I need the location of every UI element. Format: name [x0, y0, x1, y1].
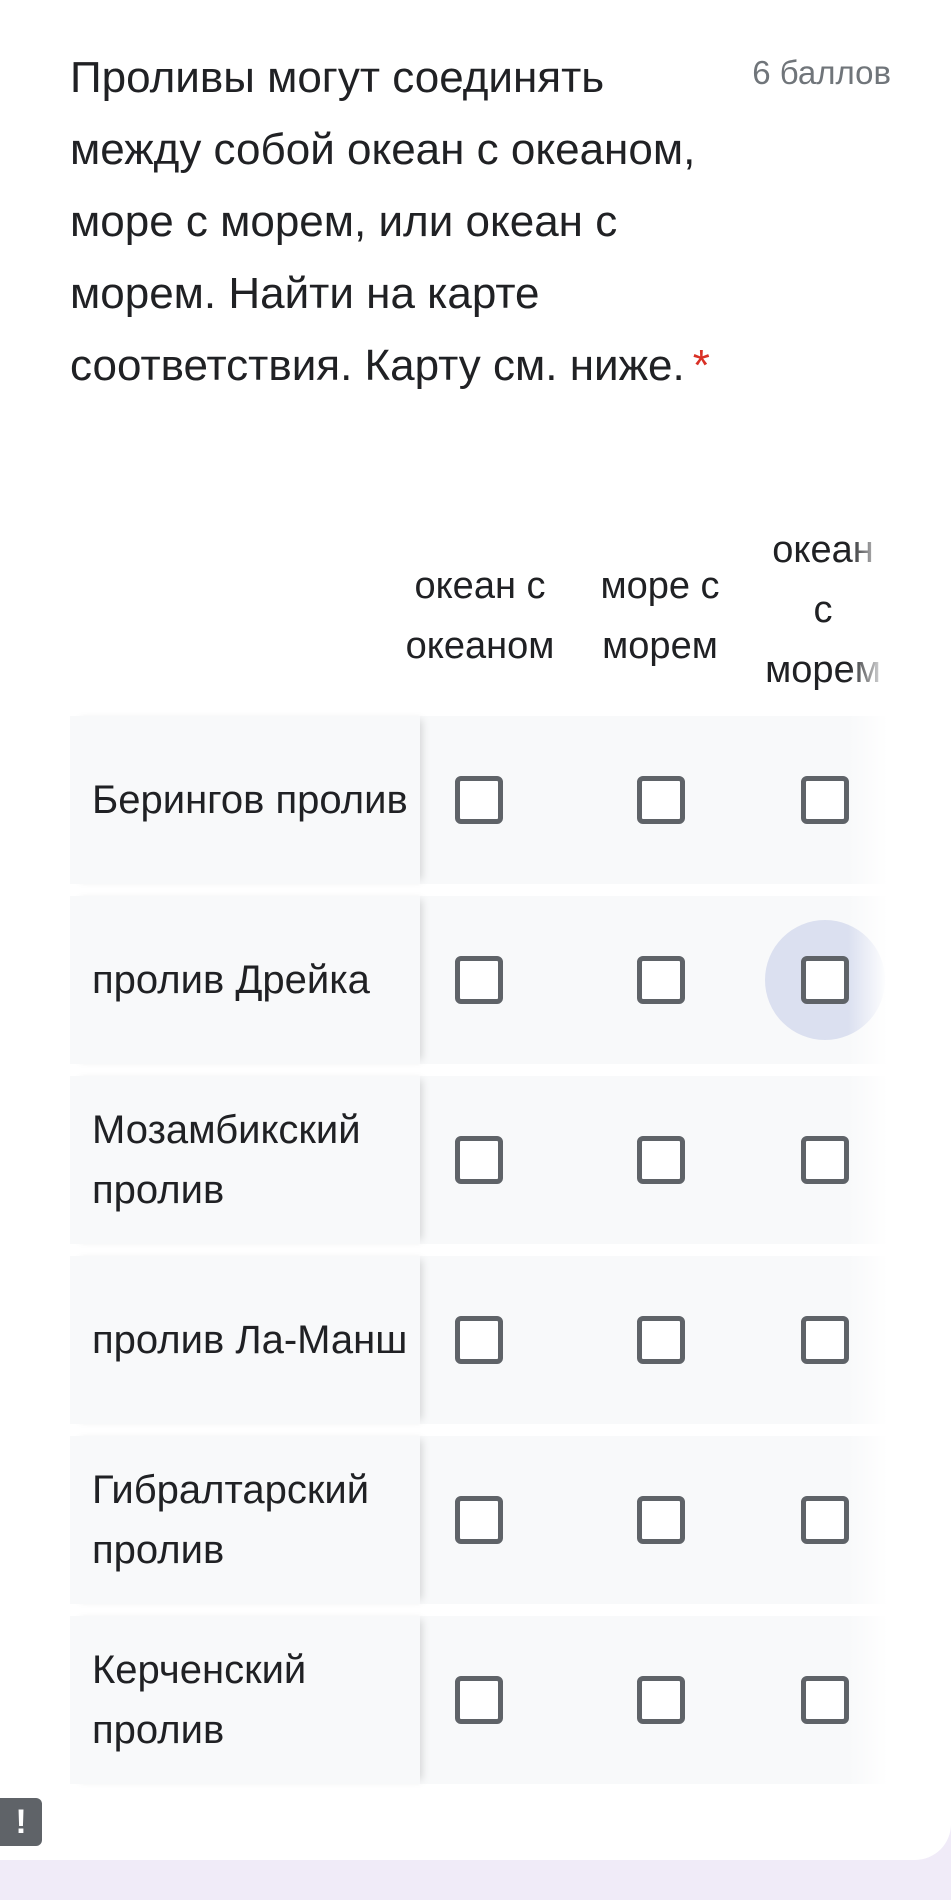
row-label-text: Берингов пролив	[92, 778, 408, 822]
checkbox[interactable]	[801, 1136, 849, 1184]
checkbox-cell[interactable]	[601, 1280, 721, 1400]
checkbox[interactable]	[637, 776, 685, 824]
column-header-ocean-ocean: океан с океаном	[385, 556, 575, 676]
column-header-sea-sea: море с морем	[565, 556, 755, 676]
column-header-ocean-sea: океан с морем	[728, 520, 888, 700]
checkbox-cell[interactable]	[765, 1280, 885, 1400]
checkbox-cell[interactable]	[419, 920, 539, 1040]
checkbox-cell[interactable]	[765, 1100, 885, 1220]
row-label-text: Гибралтарский пролив	[92, 1468, 370, 1572]
row-label-text: пролив Дрейка	[92, 958, 370, 1002]
checkbox-cell[interactable]	[601, 1100, 721, 1220]
checkbox[interactable]	[455, 1316, 503, 1364]
checkbox[interactable]	[455, 1136, 503, 1184]
column-header-line: океаном	[405, 625, 555, 667]
checkbox-cell[interactable]	[601, 920, 721, 1040]
question-card: Проливы могут соединять между собой океа…	[0, 0, 951, 1860]
checkbox[interactable]	[637, 956, 685, 1004]
column-header-line: море с	[600, 565, 720, 607]
checkbox[interactable]	[637, 1316, 685, 1364]
checkbox-cell[interactable]	[419, 1100, 539, 1220]
checkbox[interactable]	[637, 1136, 685, 1184]
checkbox[interactable]	[801, 1676, 849, 1724]
row-label-text: Мозамбикский пролив	[92, 1108, 361, 1212]
column-header-line: морем	[602, 625, 718, 667]
checkbox[interactable]	[455, 956, 503, 1004]
column-header-line: океан	[772, 529, 874, 571]
points-label: 6 баллов	[752, 54, 891, 91]
checkbox[interactable]	[637, 1676, 685, 1724]
exclamation-icon: !	[15, 1802, 27, 1841]
grid-row-drake: пролив Дрейка	[70, 896, 888, 1064]
checkbox[interactable]	[801, 1496, 849, 1544]
column-header-line: с	[813, 589, 833, 631]
checkbox[interactable]	[455, 1676, 503, 1724]
checkbox[interactable]	[637, 1496, 685, 1544]
checkbox[interactable]	[801, 1316, 849, 1364]
grid-row-kerch: Керченский пролив	[70, 1616, 888, 1784]
checkbox-cell[interactable]	[765, 740, 885, 860]
row-label-text: Керченский пролив	[92, 1648, 307, 1752]
row-label-text: пролив Ла-Манш	[92, 1318, 408, 1362]
question-text: Проливы могут соединять между собой океа…	[70, 53, 696, 390]
checkbox-cell[interactable]	[419, 1460, 539, 1580]
row-label: пролив Ла-Манш	[70, 1256, 420, 1424]
row-label: Мозамбикский пролив	[70, 1076, 420, 1244]
checkbox-cell[interactable]	[419, 1640, 539, 1760]
checkbox[interactable]	[455, 776, 503, 824]
grid-row-mozambique: Мозамбикский пролив	[70, 1076, 888, 1244]
checkbox[interactable]	[455, 1496, 503, 1544]
checkbox[interactable]	[801, 956, 849, 1004]
grid-row-gibraltar: Гибралтарский пролив	[70, 1436, 888, 1604]
row-label: Гибралтарский пролив	[70, 1436, 420, 1604]
report-button[interactable]: !	[0, 1798, 42, 1846]
checkbox-cell[interactable]	[601, 1460, 721, 1580]
checkbox-cell[interactable]	[419, 1280, 539, 1400]
checkbox-cell[interactable]	[419, 740, 539, 860]
row-label: Берингов пролив	[70, 716, 420, 884]
checkbox-cell[interactable]	[765, 1460, 885, 1580]
grid-row-bering: Берингов пролив	[70, 716, 888, 884]
checkbox-cell[interactable]	[765, 1640, 885, 1760]
checkbox-grid[interactable]: океан с океаном море с морем океан с мор…	[0, 520, 888, 1790]
required-asterisk: *	[692, 341, 710, 390]
question-title: Проливы могут соединять между собой океа…	[70, 42, 730, 402]
row-label: Керченский пролив	[70, 1616, 420, 1784]
column-header-line: морем	[765, 649, 881, 691]
row-label: пролив Дрейка	[70, 896, 420, 1064]
checkbox-cell[interactable]	[601, 1640, 721, 1760]
checkbox[interactable]	[801, 776, 849, 824]
checkbox-cell-focused[interactable]	[765, 920, 885, 1040]
column-header-line: океан с	[414, 565, 546, 607]
checkbox-cell[interactable]	[601, 740, 721, 860]
grid-row-la-manche: пролив Ла-Манш	[70, 1256, 888, 1424]
